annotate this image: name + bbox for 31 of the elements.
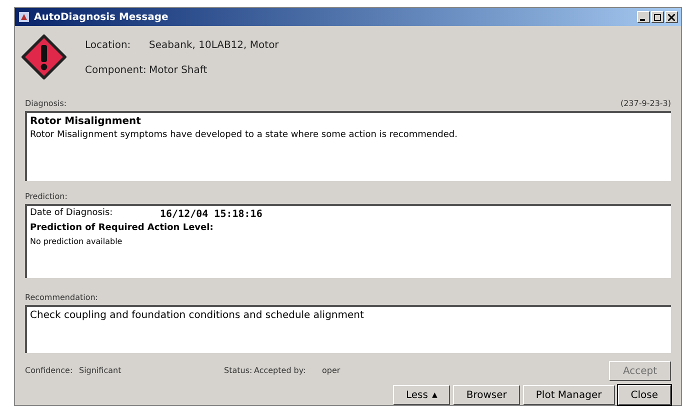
confidence-label: Confidence: bbox=[25, 365, 74, 377]
dialog-button[interactable]: Plot Manager bbox=[522, 385, 615, 405]
warning-icon bbox=[21, 34, 67, 80]
dialog-button[interactable]: Close bbox=[618, 385, 671, 405]
minimize-button[interactable] bbox=[637, 11, 650, 23]
prediction-text: No prediction available bbox=[30, 236, 124, 248]
status-value: Accepted by: bbox=[254, 365, 307, 377]
date-label: Date of Diagnosis: bbox=[30, 207, 114, 220]
recommendation-label: Recommendation: bbox=[24, 292, 99, 304]
diagnosis-label: Diagnosis: bbox=[25, 98, 67, 110]
close-button[interactable] bbox=[665, 11, 678, 23]
prediction-label: Prediction: bbox=[24, 191, 68, 203]
diagnosis-code: (237-9-23-3) bbox=[620, 98, 671, 110]
confidence-value: Significant bbox=[79, 365, 122, 377]
maximize-button[interactable] bbox=[651, 11, 664, 23]
location-value: Seabank, 10LAB12, Motor bbox=[149, 39, 279, 53]
window-title: AutoDiagnosis Message bbox=[34, 10, 168, 24]
location-label: Location: bbox=[85, 39, 132, 53]
app-icon bbox=[18, 11, 30, 23]
user-value: oper bbox=[322, 365, 340, 377]
maximize-icon bbox=[654, 14, 661, 20]
recommendation-text: Check coupling and foundation conditions and schedule alignment bbox=[30, 310, 364, 321]
dialog-button[interactable]: Browser bbox=[453, 385, 520, 405]
diagnosis-text: Rotor Misalignment symptoms have developed to a state where some action is recommended. bbox=[30, 129, 458, 142]
component-label: Component: bbox=[85, 64, 148, 78]
action-level-label: Prediction of Required Action Level: bbox=[30, 222, 214, 235]
component-value: Motor Shaft bbox=[149, 64, 208, 78]
status-label: Status: bbox=[224, 365, 254, 377]
close-icon bbox=[668, 14, 675, 20]
diagnosis-title: Rotor Misalignment bbox=[30, 115, 142, 129]
date-value: 16/12/04 15:18:16 bbox=[160, 208, 262, 222]
